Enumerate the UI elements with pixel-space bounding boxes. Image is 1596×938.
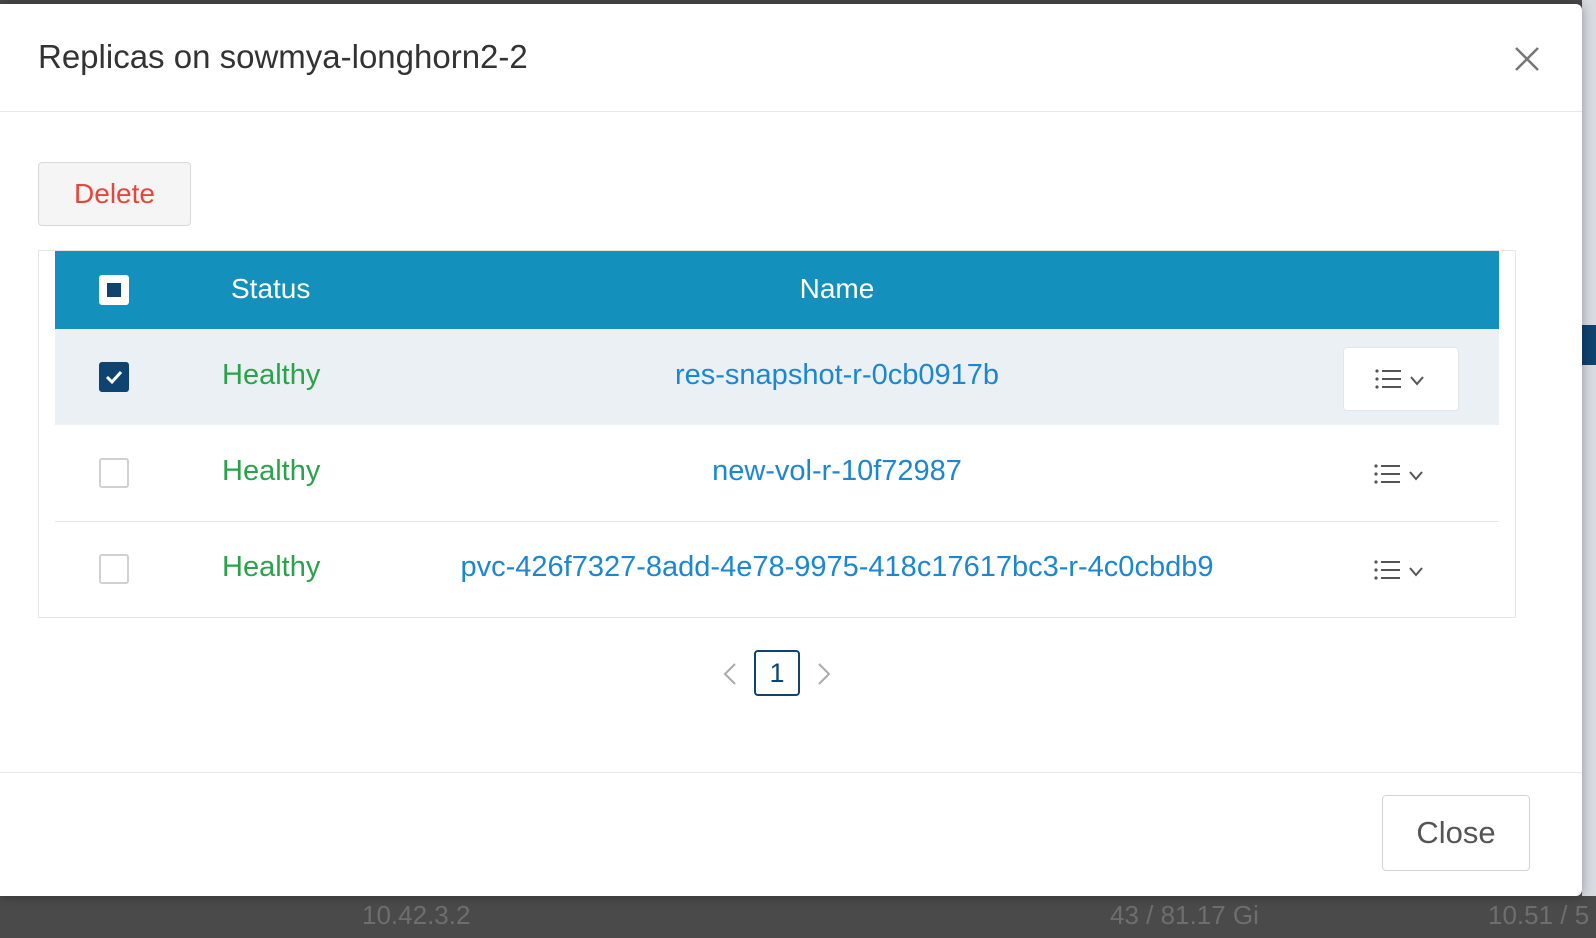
background-disk: 43 / 81.17 Gi [1110,900,1259,930]
replicas-modal: Replicas on sowmya-longhorn2-2 Delete St… [0,4,1582,896]
row-actions-button[interactable] [1343,347,1459,411]
close-icon[interactable] [1508,40,1548,80]
background-cpu: 10.51 / 5 [1488,900,1590,930]
table-row[interactable]: Healthy new-vol-r-10f72987 [55,425,1499,522]
close-button[interactable]: Close [1382,795,1530,871]
column-header-name[interactable]: Name [55,273,1596,305]
row-actions-button[interactable] [1343,539,1459,603]
chevron-down-icon [1409,471,1423,481]
row-actions-button[interactable] [1343,443,1459,507]
list-icon [1374,464,1400,484]
modal-title: Replicas on sowmya-longhorn2-2 [38,38,528,75]
page-number-button[interactable]: 1 [754,650,800,696]
list-icon [1374,560,1400,580]
chevron-right-icon[interactable] [814,660,834,688]
chevron-down-icon [1409,567,1423,577]
pagination: 1 [710,650,850,698]
table-row[interactable]: Healthy pvc-426f7327-8add-4e78-9975-418c… [55,521,1499,617]
table-header: Status Name [55,251,1499,329]
modal-footer: Close [0,772,1582,896]
background-ip: 10.42.3.2 [362,900,471,930]
replicas-table: Status Name Healthy res-snapshot-r-0cb09… [38,250,1516,618]
list-icon [1375,369,1401,389]
modal-header: Replicas on sowmya-longhorn2-2 [0,4,1582,112]
table-row[interactable]: Healthy res-snapshot-r-0cb0917b [55,329,1499,425]
background-table-row: 10.42.3.2 43 / 81.17 Gi 10.51 / 5 [0,896,1596,938]
delete-button[interactable]: Delete [38,162,191,226]
chevron-left-icon[interactable] [720,660,740,688]
chevron-down-icon [1410,376,1424,386]
background-page-edge [1582,0,1596,896]
